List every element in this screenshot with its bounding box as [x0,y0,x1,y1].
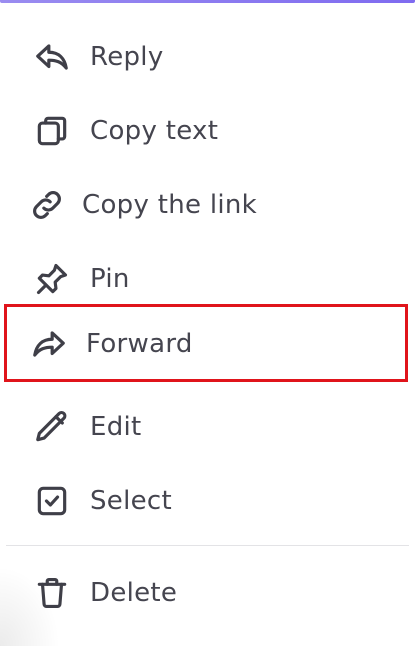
menu-item-label: Edit [90,412,142,442]
menu-item-label: Select [90,486,173,516]
menu-item-edit[interactable]: Edit [0,390,415,464]
menu-item-label: Delete [90,578,178,608]
menu-item-label: Copy text [90,116,219,146]
forward-icon [30,325,68,363]
menu-item-select[interactable]: Select [0,464,415,538]
menu-divider [6,545,409,546]
menu-item-delete[interactable]: Delete [0,556,415,630]
menu-item-label: Forward [86,329,193,359]
link-icon [28,186,66,224]
menu-item-label: Pin [90,264,130,294]
menu-item-label: Reply [90,42,164,72]
menu-item-copy-link[interactable]: Copy the link [0,168,415,242]
menu-item-label: Copy the link [82,190,258,220]
context-menu: Reply Copy text Copy the link Pin Forwar… [0,0,415,646]
pencil-icon [33,408,71,446]
pin-icon [33,260,71,298]
menu-item-pin[interactable]: Pin [0,242,415,316]
menu-item-copy-text[interactable]: Copy text [0,94,415,168]
trash-icon [33,574,71,612]
menu-item-forward[interactable]: Forward [0,306,415,382]
menu-top-accent [0,0,415,3]
checkbox-icon [33,482,71,520]
reply-icon [33,38,71,76]
copy-icon [33,112,71,150]
menu-item-reply[interactable]: Reply [0,20,415,94]
